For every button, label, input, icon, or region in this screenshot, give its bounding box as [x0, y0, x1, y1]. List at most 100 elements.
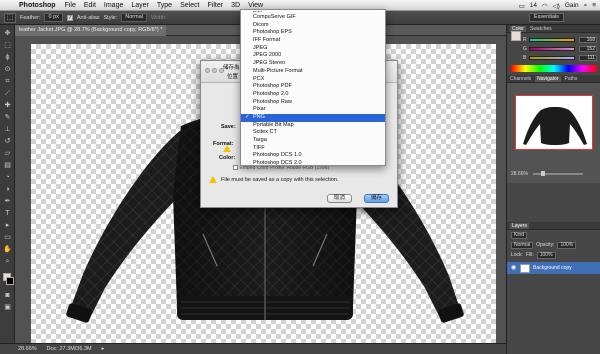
format-option[interactable]: CompuServe GIF — [241, 14, 385, 22]
tab-channels[interactable]: Channels — [510, 76, 531, 82]
quick-mask-icon[interactable]: ◙ — [3, 291, 12, 300]
menu-file[interactable]: File — [61, 2, 80, 9]
navigator-zoom-value[interactable]: 28.66% — [511, 171, 528, 177]
tab-swatches[interactable]: Swatches — [530, 26, 552, 32]
move-tool-icon[interactable]: ✥ — [3, 29, 12, 38]
cancel-button[interactable]: 取消 — [327, 194, 352, 203]
pen-tool-icon[interactable]: ✒ — [3, 197, 12, 206]
format-option[interactable]: IFF Format — [241, 37, 385, 45]
color-spectrum-bar[interactable] — [511, 65, 597, 72]
blend-mode-select[interactable]: Normal — [511, 241, 534, 249]
b-slider[interactable] — [529, 56, 575, 60]
brush-tool-icon[interactable]: ✎ — [3, 113, 12, 122]
gradient-tool-icon[interactable]: ▤ — [3, 161, 12, 170]
g-value[interactable]: 152 — [579, 46, 597, 52]
document-tab[interactable]: leather Jacket.JPG @ 28.7% (Background c… — [15, 24, 167, 36]
r-value[interactable]: 168 — [579, 37, 597, 43]
menu-type[interactable]: Type — [153, 2, 176, 9]
menu-edit[interactable]: Edit — [80, 2, 100, 9]
format-option[interactable]: Dicom — [241, 22, 385, 30]
format-option[interactable]: Photoshop DCS 2.0 — [241, 160, 385, 168]
menu-layer[interactable]: Layer — [127, 2, 153, 9]
status-doc-size[interactable]: Doc: 27.3M/36.3M — [47, 346, 92, 352]
dodge-tool-icon[interactable]: ◑ — [3, 185, 12, 194]
save-button[interactable]: 儲存 — [364, 194, 389, 203]
volume-icon[interactable]: ◁) — [553, 2, 560, 10]
spotlight-icon[interactable]: ⌕ — [584, 2, 588, 10]
style-select[interactable]: Normal — [121, 13, 148, 22]
format-option[interactable]: Portable Bit Map — [241, 122, 385, 130]
menu-view[interactable]: View — [244, 2, 267, 9]
close-dot-icon[interactable] — [205, 68, 210, 73]
type-tool-icon[interactable]: T — [3, 209, 12, 218]
format-option[interactable]: Targa — [241, 137, 385, 145]
minimize-dot-icon[interactable] — [212, 68, 217, 73]
menu-select[interactable]: Select — [176, 2, 203, 9]
quick-select-tool-icon[interactable]: ⊙ — [3, 65, 12, 74]
wifi-icon[interactable]: ◠ — [542, 2, 548, 10]
menu-filter[interactable]: Filter — [204, 2, 228, 9]
marquee-tool-icon[interactable]: ⬚ — [3, 41, 12, 50]
format-option[interactable]: Multi-Picture Format — [241, 68, 385, 76]
opacity-input[interactable]: 100% — [557, 241, 577, 249]
menu-app-name[interactable]: Photoshop — [14, 2, 61, 9]
menu-3d[interactable]: 3D — [227, 2, 244, 9]
user-name[interactable]: Gain — [565, 2, 579, 9]
layer-background-copy[interactable]: ◉ Background copy — [507, 262, 600, 274]
format-option-selected[interactable]: ✓ PNG — [241, 113, 385, 122]
format-option[interactable]: Photoshop 2.0 — [241, 91, 385, 99]
battery-icon[interactable]: ▭ — [519, 2, 525, 10]
layer-name[interactable]: Background copy — [533, 265, 572, 271]
status-zoom[interactable]: 28.66% — [18, 346, 37, 352]
eraser-tool-icon[interactable]: ▱ — [3, 149, 12, 158]
fill-input[interactable]: 100% — [536, 251, 556, 259]
status-arrow-icon[interactable]: ▸ — [102, 346, 105, 352]
lasso-tool-icon[interactable]: ϕ — [3, 53, 12, 62]
feather-input[interactable]: 0 px — [44, 13, 63, 22]
format-option[interactable]: PCX — [241, 76, 385, 84]
zoom-tool-icon[interactable]: ⌕ — [3, 257, 12, 266]
eye-icon[interactable]: ◉ — [511, 265, 517, 271]
notification-icon[interactable]: ≡ — [592, 2, 596, 9]
menu-image[interactable]: Image — [100, 2, 127, 9]
embed-profile-checkbox[interactable] — [233, 165, 238, 171]
shape-tool-icon[interactable]: ▭ — [3, 233, 12, 242]
r-slider[interactable] — [529, 38, 575, 42]
format-option[interactable]: JPEG Stereo — [241, 60, 385, 68]
hand-tool-icon[interactable]: ✋ — [3, 245, 12, 254]
format-option[interactable]: Photoshop PDF — [241, 83, 385, 91]
blur-tool-icon[interactable]: ◔ — [3, 173, 12, 182]
format-option[interactable]: Pixar — [241, 106, 385, 114]
tab-paths[interactable]: Paths — [565, 76, 578, 82]
navigator-view-box[interactable] — [515, 95, 593, 150]
eyedropper-tool-icon[interactable]: ⟋ — [3, 89, 12, 98]
marquee-tool-icon[interactable]: ⬚ — [4, 12, 16, 23]
antialias-checkbox[interactable]: ✓ — [66, 14, 73, 21]
path-select-tool-icon[interactable]: ▸ — [3, 221, 12, 230]
b-value[interactable]: 111 — [579, 55, 597, 61]
healing-tool-icon[interactable]: ✚ — [3, 101, 12, 110]
background-color-swatch[interactable] — [6, 277, 14, 285]
tab-layers[interactable]: Layers — [510, 222, 530, 229]
workspace-select[interactable]: Essentials — [528, 13, 564, 22]
lock-label: Lock: — [511, 252, 523, 258]
g-slider[interactable] — [529, 47, 575, 51]
stamp-tool-icon[interactable]: ⊥ — [3, 125, 12, 134]
format-option[interactable]: Photoshop Raw — [241, 99, 385, 107]
format-option[interactable]: JPEG 2000 — [241, 52, 385, 60]
layer-kind-select[interactable]: Kind — [511, 231, 528, 239]
screen-mode-icon[interactable]: ▣ — [3, 303, 12, 312]
format-option[interactable]: TIFF — [241, 145, 385, 153]
color-panel-foreground-swatch[interactable] — [511, 31, 521, 41]
warning-icon — [209, 176, 217, 183]
tab-navigator[interactable]: Navigator — [535, 75, 561, 82]
style-label: Style: — [103, 14, 118, 21]
format-option[interactable]: Photoshop EPS — [241, 29, 385, 37]
warning-text: File must be saved as a copy with this s… — [221, 176, 339, 183]
crop-tool-icon[interactable]: ⌗ — [3, 77, 12, 86]
format-option[interactable]: Scitex CT — [241, 129, 385, 137]
history-brush-tool-icon[interactable]: ↺ — [3, 137, 12, 146]
navigator-zoom-knob[interactable] — [541, 171, 545, 176]
format-option[interactable]: Photoshop DCS 1.0 — [241, 152, 385, 160]
format-option[interactable]: JPEG — [241, 45, 385, 53]
